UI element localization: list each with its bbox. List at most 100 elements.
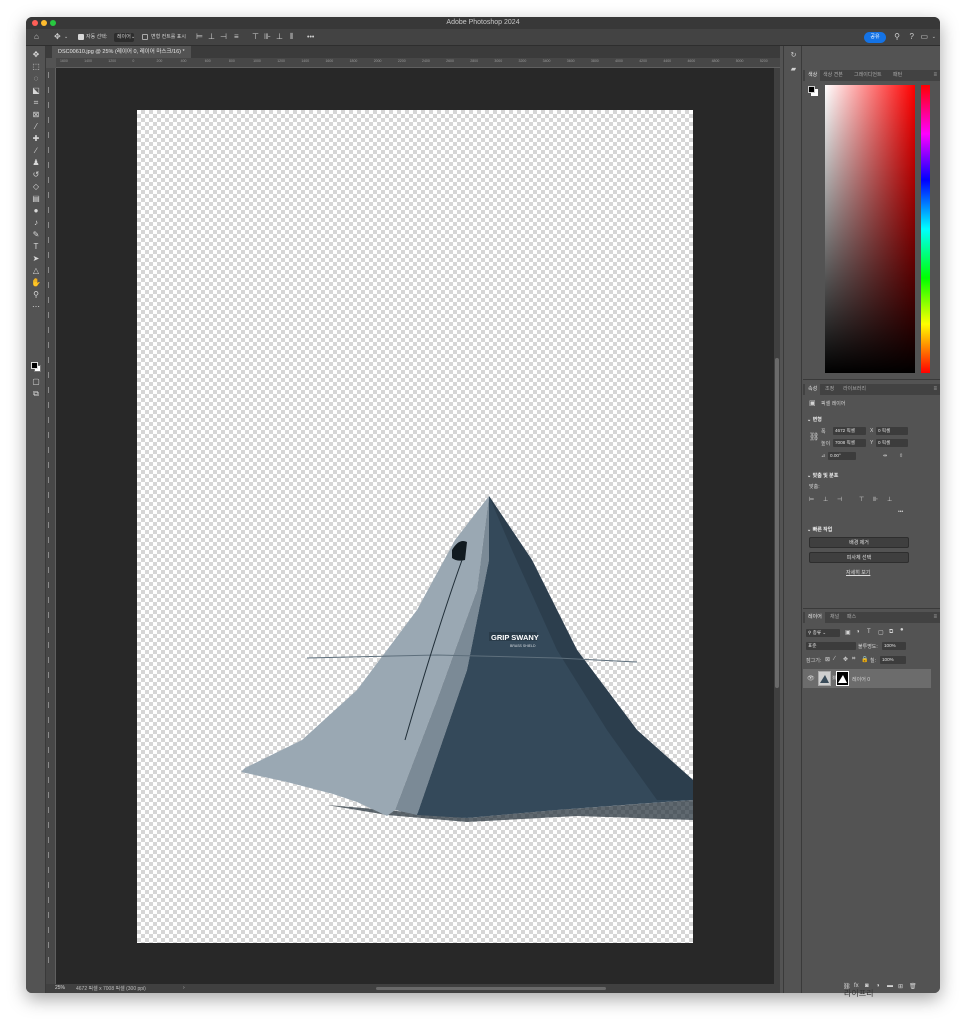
more-options-button[interactable]: ••• — [307, 33, 314, 42]
quick-actions-heading[interactable]: ⌄ 빠른 작업 — [807, 526, 832, 533]
help-icon[interactable]: ? — [910, 32, 914, 42]
document-info-arrow[interactable]: › — [183, 985, 185, 991]
blend-mode-dropdown[interactable]: 표준 — [806, 642, 856, 650]
tab-layers[interactable]: 레이어 — [805, 612, 825, 623]
healing-brush-icon[interactable]: ✚ — [30, 133, 42, 144]
move-tool-icon[interactable]: ✥ — [30, 49, 42, 60]
align-middle-icon[interactable]: ⊪ — [873, 496, 878, 503]
canvas-area[interactable]: GRIP SWANY BRASS SHIELD — [56, 68, 774, 984]
align-top-icon[interactable]: ⊤ — [252, 32, 259, 42]
align-bottom-icon[interactable]: ⊥ — [887, 496, 892, 503]
home-icon[interactable]: ⌂ — [34, 32, 39, 42]
new-layer-icon[interactable]: ⊞ — [898, 983, 903, 990]
align-more-button[interactable]: ••• — [898, 509, 903, 515]
tab-color[interactable]: 색상 — [805, 70, 821, 81]
align-right-icon[interactable]: ⊣ — [220, 32, 227, 42]
flip-horizontal-icon[interactable]: ⇹ — [883, 453, 887, 459]
filter-type-icon[interactable]: T — [867, 629, 871, 635]
layer-row[interactable]: 👁 ⛓ 레이어 0 — [803, 669, 931, 688]
document-tab[interactable]: DSC00610.jpg @ 25% (레이어 0, 레이어 마스크/16) * — [52, 46, 191, 58]
auto-select-checkbox[interactable] — [78, 34, 84, 40]
filter-smart-object-icon[interactable]: ⧉ — [889, 629, 893, 636]
flip-vertical-icon[interactable]: ⇳ — [899, 453, 903, 459]
panel-menu-icon[interactable]: ≡ — [933, 384, 937, 394]
path-select-tool-icon[interactable]: ➤ — [30, 253, 42, 264]
comments-panel-icon[interactable]: ▰ — [788, 64, 799, 75]
stamp-tool-icon[interactable]: ♟ — [30, 157, 42, 168]
hue-slider[interactable] — [921, 85, 930, 373]
x-input[interactable]: 0 픽셀 — [876, 427, 908, 435]
filter-toggle-icon[interactable]: ● — [900, 627, 904, 633]
workspace-icon[interactable]: ▭ — [920, 32, 928, 42]
tab-patterns[interactable]: 패턴 — [893, 70, 902, 81]
color-picker-field[interactable] — [825, 85, 915, 373]
object-select-tool-icon[interactable]: ⬕ — [30, 85, 42, 96]
marquee-tool-icon[interactable]: ⬚ — [30, 61, 42, 72]
align-middle-icon[interactable]: ⊪ — [264, 32, 271, 42]
dodge-tool-icon[interactable]: ♪ — [30, 217, 42, 228]
height-input[interactable]: 7008 픽셀 — [833, 439, 866, 447]
eyedropper-tool-icon[interactable]: ⁄ — [30, 121, 42, 132]
tab-properties[interactable]: 속성 — [805, 384, 821, 395]
align-center-icon[interactable]: ⊥ — [823, 496, 828, 503]
distribute-v-icon[interactable]: ⦀ — [290, 32, 294, 42]
zoom-tool-icon[interactable]: ⚲ — [30, 289, 42, 300]
align-left-icon[interactable]: ⊨ — [809, 496, 814, 503]
screen-mode-icon[interactable]: ⧉ — [30, 388, 42, 399]
frame-tool-icon[interactable]: ⊠ — [30, 109, 42, 120]
move-tool-icon[interactable]: ✥ — [54, 32, 61, 42]
align-center-h-icon[interactable]: ⊥ — [208, 32, 215, 42]
type-tool-icon[interactable]: T — [30, 241, 42, 252]
layer-thumbnail[interactable] — [818, 671, 831, 686]
zoom-level[interactable]: 25% — [55, 985, 65, 991]
vertical-scrollbar[interactable] — [774, 68, 780, 984]
panel-menu-icon[interactable]: ≡ — [933, 70, 937, 80]
vertical-scroll-thumb[interactable] — [775, 358, 779, 688]
layer-filter-dropdown[interactable]: ⚲ 종류 ⌄ — [806, 629, 840, 637]
crop-tool-icon[interactable]: ⌗ — [30, 97, 42, 108]
lock-position-icon[interactable]: ✥ — [843, 656, 848, 663]
select-subject-button[interactable]: 피사체 선택 — [809, 552, 909, 563]
lock-transparent-icon[interactable]: ⊠ — [825, 656, 830, 663]
tab-paths[interactable]: 패스 — [847, 612, 856, 623]
new-group-icon[interactable]: ▬ — [887, 983, 893, 989]
align-top-icon[interactable]: ⊤ — [859, 496, 864, 503]
panel-menu-icon[interactable]: ≡ — [933, 612, 937, 622]
layer-name[interactable]: 레이어 0 — [852, 676, 870, 683]
more-tools-icon[interactable]: ⋯ — [30, 301, 42, 312]
angle-input[interactable]: 0.00° — [828, 452, 856, 460]
y-input[interactable]: 0 픽셀 — [876, 439, 908, 447]
align-right-icon[interactable]: ⊣ — [837, 496, 842, 503]
distribute-icon[interactable]: ≡ — [234, 32, 239, 42]
share-button[interactable]: 공유 — [864, 32, 886, 43]
tab-swatches[interactable]: 색상 견본 — [823, 70, 843, 81]
remove-background-button[interactable]: 배경 제거 — [809, 537, 909, 548]
align-heading[interactable]: ⌄ 맞춤 및 분포 — [807, 472, 838, 479]
adjustment-layer-icon[interactable]: ◑ — [876, 983, 880, 989]
shape-tool-icon[interactable]: △ — [30, 265, 42, 276]
delete-layer-icon[interactable]: 🗑 — [909, 983, 917, 990]
align-bottom-icon[interactable]: ⊥ — [276, 32, 283, 42]
chevron-down-icon[interactable]: ⌄ — [64, 32, 68, 42]
tab-channels[interactable]: 채널 — [830, 612, 839, 623]
history-brush-icon[interactable]: ↺ — [30, 169, 42, 180]
hand-tool-icon[interactable]: ✋ — [30, 277, 42, 288]
eraser-tool-icon[interactable]: ◇ — [30, 181, 42, 192]
transform-heading[interactable]: ⌄ 변형 — [807, 416, 822, 423]
layer-mask-thumbnail[interactable] — [836, 671, 849, 686]
history-panel-icon[interactable]: ↻ — [788, 50, 799, 61]
search-icon[interactable]: ⚲ — [894, 32, 900, 42]
opacity-input[interactable]: 100% — [882, 642, 906, 650]
chevron-down-icon[interactable]: ⌄ — [131, 32, 135, 42]
link-icon[interactable]: ⛓ — [809, 432, 819, 441]
chevron-down-icon[interactable]: ⌄ — [932, 32, 936, 42]
filter-shape-icon[interactable]: ▢ — [878, 629, 884, 636]
learn-more-link[interactable]: 자세히 보기 — [846, 569, 870, 576]
tab-gradients[interactable]: 그레이디언트 — [854, 70, 882, 81]
lock-all-icon[interactable]: 🔒 — [861, 656, 868, 663]
gradient-tool-icon[interactable]: ▤ — [30, 193, 42, 204]
tab-libraries[interactable]: 라이브러리 — [843, 384, 866, 395]
tab-adjustments[interactable]: 조정 — [825, 384, 834, 395]
horizontal-scroll-thumb[interactable] — [376, 987, 606, 990]
filter-adjustment-icon[interactable]: ◑ — [856, 629, 860, 635]
